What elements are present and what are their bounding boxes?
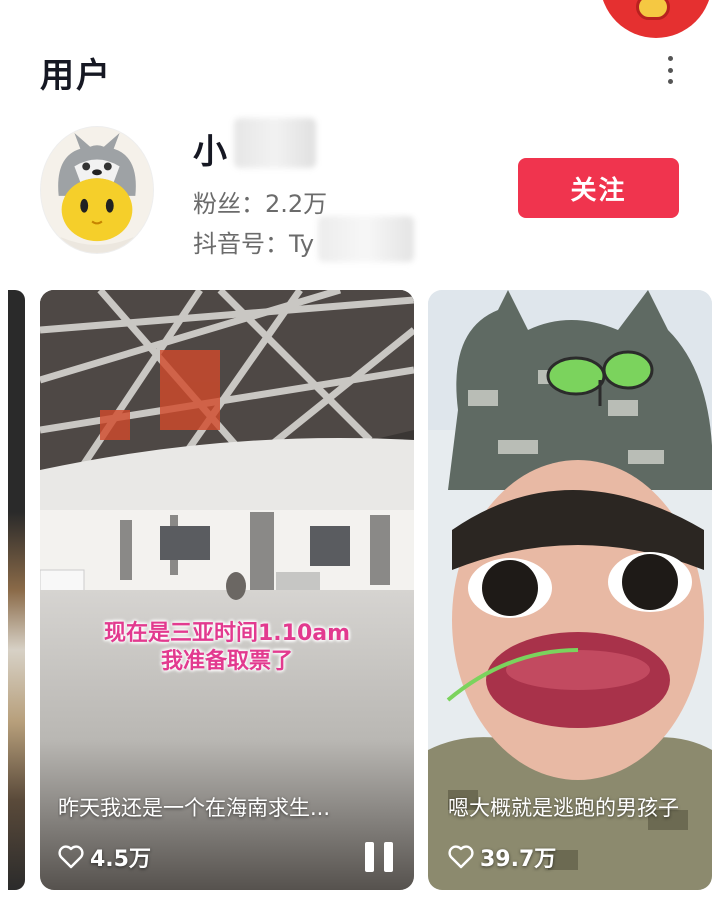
previous-video-edge[interactable] (8, 290, 25, 890)
video-title: 嗯大概就是逃跑的男孩子 (448, 796, 679, 820)
name-redaction (234, 118, 316, 168)
follow-button[interactable]: 关注 (518, 158, 679, 218)
heart-icon (448, 845, 474, 869)
douyin-id: 抖音号：Ty (193, 230, 315, 258)
like-count: 4.5万 (58, 841, 151, 873)
section-title: 用户 (40, 56, 112, 96)
follower-count: 粉丝：2.2万 (193, 190, 328, 218)
id-redaction (318, 216, 414, 262)
video-sticker-text: 现在是三亚时间1.10am 我准备取票了 (82, 620, 372, 676)
video-title: 昨天我还是一个在海南求生... (58, 796, 331, 820)
like-count-text: 4.5万 (90, 847, 151, 872)
pause-icon[interactable] (365, 842, 393, 872)
sticker-line-2: 我准备取票了 (160, 649, 293, 674)
gift-icon (636, 0, 670, 20)
user-name: 小 (193, 132, 227, 172)
top-corner-avatar[interactable] (600, 0, 712, 38)
like-count: 39.7万 (448, 841, 556, 873)
heart-icon (58, 845, 84, 869)
like-count-text: 39.7万 (480, 847, 557, 872)
more-icon[interactable] (656, 52, 684, 88)
sticker-line-1: 现在是三亚时间1.10am (103, 621, 351, 646)
avatar[interactable] (40, 126, 154, 254)
video-card[interactable]: 现在是三亚时间1.10am 我准备取票了 昨天我还是一个在海南求生... 4.5… (40, 290, 414, 890)
video-card[interactable]: 嗯大概就是逃跑的男孩子 39.7万 (428, 290, 712, 890)
